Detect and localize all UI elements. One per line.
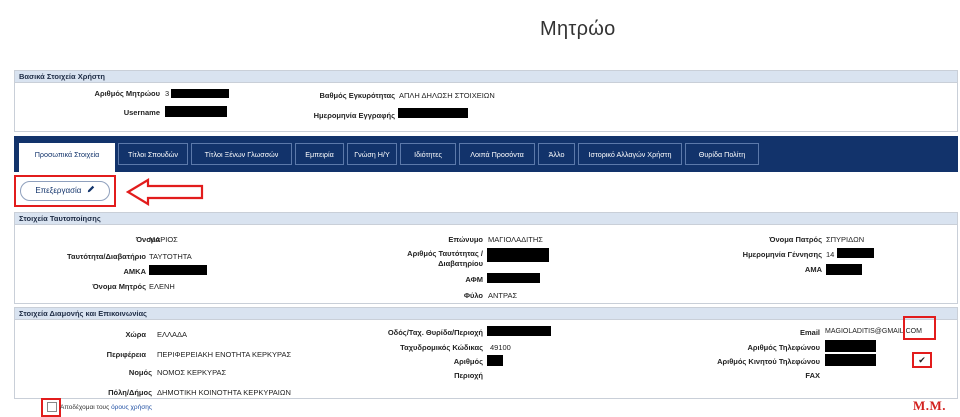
phone-label: Αριθμός Τηλεφώνου [747, 343, 820, 352]
tab-other[interactable]: Άλλο [538, 143, 575, 165]
number-redacted [487, 355, 503, 366]
validity-level-label: Βαθμός Εγκυρότητας [319, 91, 395, 100]
id-number-redacted [487, 248, 549, 262]
id-number-label-2: Διαβατηρίου [438, 259, 483, 268]
edit-button[interactable]: Επεξεργασία [20, 181, 110, 201]
tab-change-history[interactable]: Ιστορικό Αλλαγών Χρήστη [578, 143, 682, 165]
region-label: Περιφέρεια [106, 350, 146, 359]
postal-code-value: 49100 [490, 343, 511, 352]
edit-button-label: Επεξεργασία [35, 186, 82, 195]
identity-header: Στοιχεία Ταυτοποίησης [15, 213, 957, 225]
mobile-label: Αριθμός Κινητού Τηλεφώνου [717, 357, 820, 366]
terms-link[interactable]: όρους χρήσης [111, 404, 152, 411]
afm-label: ΑΦΜ [465, 275, 483, 284]
tab-properties[interactable]: Ιδιότητες [400, 143, 456, 165]
tab-other-qualifications[interactable]: Λοιπά Προσόντα [459, 143, 535, 165]
terms-text: Αποδέχομαι τους όρους χρήσης [60, 404, 152, 411]
basic-info-panel: Βασικά Στοιχεία Χρήστη Αριθμός Μητρώου 3… [14, 70, 958, 132]
birth-date-redacted [837, 248, 874, 258]
tab-citizen-mailbox[interactable]: Θυρίδα Πολίτη [685, 143, 759, 165]
email-label: Email [799, 328, 820, 337]
registration-date-label: Ημερομηνία Εγγραφής [313, 111, 395, 120]
terms-checkbox[interactable] [47, 402, 57, 412]
afm-redacted [487, 273, 540, 283]
postal-code-label: Ταχυδρομικός Κώδικας [400, 343, 483, 352]
mobile-redacted [825, 354, 876, 366]
first-name-label: Όνομα [135, 235, 160, 244]
validity-level-value: ΑΠΛΗ ΔΗΛΩΣΗ ΣΤΟΙΧΕΙΩΝ [399, 91, 495, 100]
contact-header: Στοιχεία Διαμονής και Επικοινωνίας [15, 308, 957, 320]
id-number-label: Αριθμός Ταυτότητας / [407, 249, 483, 258]
username-redacted [165, 106, 227, 117]
page-title: Μητρώο [540, 18, 616, 40]
pencil-icon [87, 182, 95, 200]
region-value: ΠΕΡΙΦΕΡΕΙΑΚΗ ΕΝΟΤΗΤΑ ΚΕΡΚΥΡΑΣ [157, 350, 292, 359]
verified-check-icon: ✔ [912, 352, 932, 368]
tab-degrees[interactable]: Τίτλοι Σπουδών [118, 143, 188, 165]
fax-label: FAX [805, 371, 820, 380]
registry-number-prefix: 3 [165, 89, 170, 98]
username-label: Username [123, 108, 160, 117]
birth-date-label: Ημερομηνία Γέννησης [742, 250, 822, 259]
country-value: ΕΛΛΑΔΑ [157, 330, 188, 339]
municipality-value: ΔΗΜΟΤΙΚΗ ΚΟΙΝΟΤΗΤΑ ΚΕΡΚΥΡΑΙΩΝ [157, 388, 291, 397]
basic-info-header: Βασικά Στοιχεία Χρήστη [15, 71, 957, 83]
last-name-label: Επώνυμο [448, 235, 483, 244]
street-redacted [487, 326, 551, 336]
father-name-label: Όνομα Πατρός [769, 235, 822, 244]
country-label: Χώρα [125, 330, 147, 339]
tab-foreign-languages[interactable]: Τίτλοι Ξένων Γλωσσών [191, 143, 292, 165]
last-name-value: ΜΑΓΙΟΛΑΔΙΤΗΣ [488, 235, 543, 244]
terms-prefix: Αποδέχομαι τους [60, 404, 112, 411]
tab-bar: Προσωπικά Στοιχεία Τίτλοι Σπουδών Τίτλοι… [14, 136, 958, 172]
registration-date-redacted [398, 108, 468, 118]
gender-value: ΑΝΤΡΑΣ [488, 291, 518, 300]
tab-experience[interactable]: Εμπειρία [295, 143, 344, 165]
ama-redacted [826, 264, 862, 275]
identity-panel: Στοιχεία Ταυτοποίησης Όνομα ΜΑΡΙΟΣ Ταυτό… [14, 212, 958, 304]
mother-name-value: ΕΛΕΝΗ [149, 282, 175, 291]
prefecture-label: Νομός [128, 368, 152, 377]
prefecture-value: ΝΟΜΟΣ ΚΕΡΚΥΡΑΣ [157, 368, 227, 377]
tab-computer-skills[interactable]: Γνώση Η/Υ [347, 143, 397, 165]
id-passport-label: Ταυτότητα/Διαβατήριο [67, 252, 146, 261]
id-passport-value: ΤΑΥΤΟΤΗΤΑ [149, 252, 192, 261]
registry-number-redacted [171, 89, 229, 98]
tab-personal-info[interactable]: Προσωπικά Στοιχεία [19, 143, 115, 172]
father-name-value: ΣΠΥΡΙΔΩΝ [826, 235, 865, 244]
amka-redacted [149, 265, 207, 275]
gender-label: Φύλο [463, 291, 483, 300]
number-label: Αριθμός [453, 357, 483, 366]
phone-redacted [825, 340, 876, 352]
municipality-label: Πόλη/Δήμος [108, 388, 152, 397]
birth-date-prefix: 14 [826, 250, 835, 259]
watermark-signature: Μ.Μ. [913, 398, 947, 413]
registry-number-label: Αριθμός Μητρώου [94, 89, 160, 98]
red-arrow-annotation [126, 178, 204, 206]
contact-panel: Στοιχεία Διαμονής και Επικοινωνίας Χώρα … [14, 307, 958, 399]
street-label: Οδός/Ταχ. Θυρίδα/Περιοχή [387, 328, 483, 337]
ama-label: ΑΜΑ [804, 265, 822, 274]
amka-label: ΑΜΚΑ [123, 267, 147, 276]
area-label: Περιοχή [454, 371, 483, 380]
email-highlight [903, 316, 936, 340]
mother-name-label: Όνομα Μητρός [92, 282, 146, 291]
first-name-value: ΜΑΡΙΟΣ [149, 235, 178, 244]
